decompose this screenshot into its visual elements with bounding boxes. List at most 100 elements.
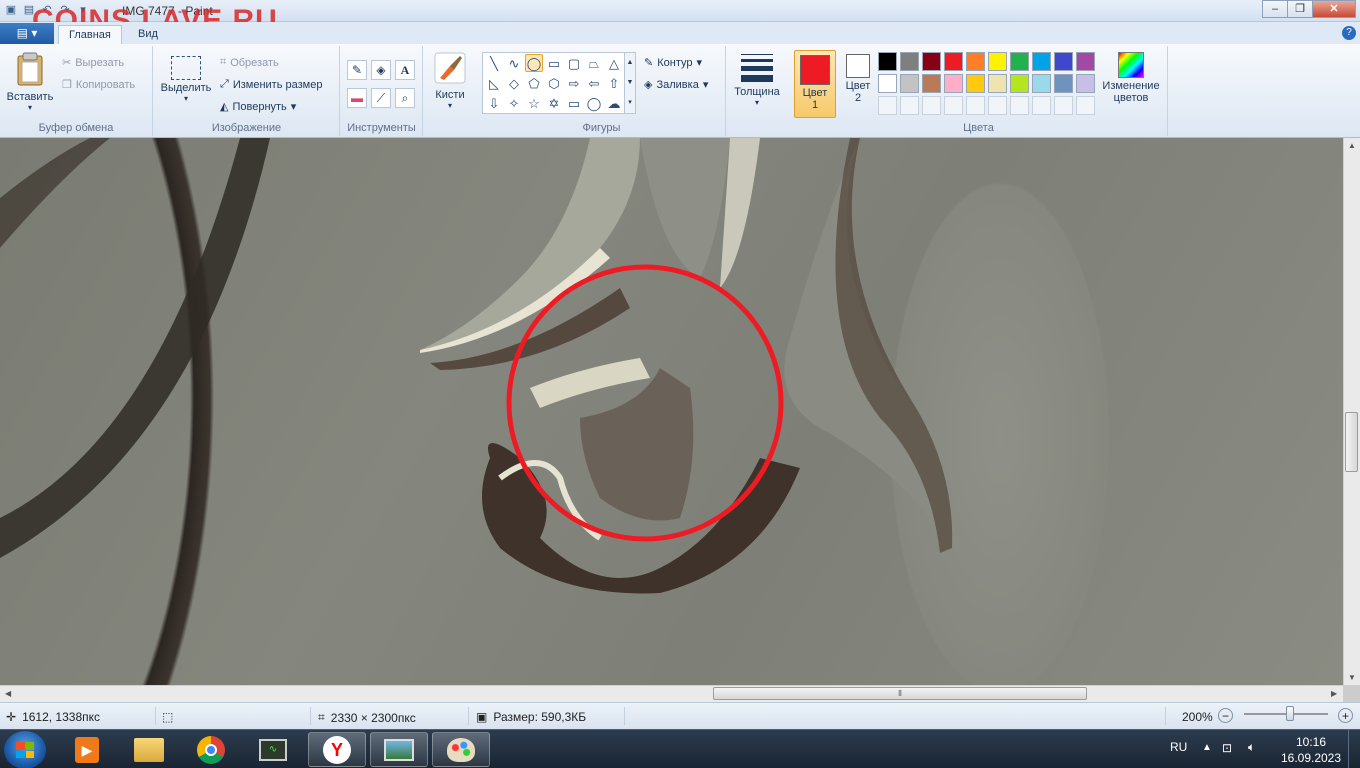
custom-color-slot[interactable] bbox=[1054, 96, 1073, 115]
palette-swatch[interactable] bbox=[1054, 74, 1073, 93]
select-button[interactable]: Выделить ▾ bbox=[160, 56, 212, 103]
zoom-in-button[interactable]: + bbox=[1338, 708, 1353, 723]
palette-swatch[interactable] bbox=[944, 74, 963, 93]
fill-button[interactable]: ◈ Заливка ▾ bbox=[644, 78, 708, 92]
custom-color-slot[interactable] bbox=[878, 96, 897, 115]
shapes-scroll[interactable]: ▲ ▼ ▾ bbox=[624, 52, 636, 114]
scroll-up-arrow-icon[interactable]: ▲ bbox=[1348, 141, 1356, 150]
diamond-shape-icon[interactable]: ◇ bbox=[505, 75, 523, 93]
palette-swatch[interactable] bbox=[900, 52, 919, 71]
eraser-icon[interactable]: ▬ bbox=[347, 88, 367, 108]
outline-button[interactable]: ✎ Контур ▾ bbox=[644, 56, 702, 70]
scroll-left-arrow-icon[interactable]: ◀ bbox=[5, 689, 11, 698]
custom-color-slot[interactable] bbox=[1032, 96, 1051, 115]
file-menu-button[interactable]: ▤ ▾ bbox=[0, 23, 54, 44]
palette-swatch[interactable] bbox=[1076, 74, 1095, 93]
taskbar-media-player[interactable]: ▶ bbox=[58, 732, 116, 767]
palette-swatch[interactable] bbox=[922, 74, 941, 93]
drawing-canvas[interactable] bbox=[0, 138, 1343, 685]
four-point-star-shape-icon[interactable]: ✧ bbox=[505, 95, 523, 113]
triangle-shape-icon[interactable]: △ bbox=[605, 55, 623, 73]
custom-color-slot[interactable] bbox=[900, 96, 919, 115]
network-icon[interactable]: ⊡ bbox=[1222, 741, 1232, 755]
five-point-star-shape-icon[interactable]: ☆ bbox=[525, 95, 543, 113]
palette-swatch[interactable] bbox=[1054, 52, 1073, 71]
taskbar-paint[interactable] bbox=[432, 732, 490, 767]
palette-swatch[interactable] bbox=[1010, 52, 1029, 71]
line-shape-icon[interactable]: ╲ bbox=[485, 55, 503, 73]
left-arrow-shape-icon[interactable]: ⇦ bbox=[585, 75, 603, 93]
palette-swatch[interactable] bbox=[966, 52, 985, 71]
taskbar-explorer[interactable] bbox=[120, 732, 178, 767]
six-point-star-shape-icon[interactable]: ✡ bbox=[545, 95, 563, 113]
custom-color-slot[interactable] bbox=[988, 96, 1007, 115]
horizontal-scroll-thumb[interactable]: ⦀ bbox=[713, 687, 1087, 700]
palette-swatch[interactable] bbox=[922, 52, 941, 71]
hexagon-shape-icon[interactable]: ⬡ bbox=[545, 75, 563, 93]
curve-shape-icon[interactable]: ∿ bbox=[505, 55, 523, 73]
rectangle-shape-icon[interactable]: ▭ bbox=[545, 55, 563, 73]
custom-color-slot[interactable] bbox=[944, 96, 963, 115]
palette-swatch[interactable] bbox=[900, 74, 919, 93]
taskbar-chrome[interactable] bbox=[182, 732, 240, 767]
palette-swatch[interactable] bbox=[1032, 74, 1051, 93]
down-arrow-shape-icon[interactable]: ⇩ bbox=[485, 95, 503, 113]
palette-swatch[interactable] bbox=[966, 74, 985, 93]
zoom-slider-thumb[interactable] bbox=[1286, 706, 1295, 721]
taskbar-task-manager[interactable]: ∿ bbox=[244, 732, 302, 767]
resize-button[interactable]: ⤢ Изменить размер bbox=[220, 78, 322, 91]
oval-callout-shape-icon[interactable]: ◯ bbox=[585, 95, 603, 113]
right-triangle-shape-icon[interactable]: ◺ bbox=[485, 75, 503, 93]
horizontal-scrollbar[interactable] bbox=[0, 685, 1343, 702]
rect-callout-shape-icon[interactable]: ▭ bbox=[565, 95, 583, 113]
show-desktop-button[interactable] bbox=[1348, 730, 1360, 768]
color1-button[interactable]: Цвет 1 bbox=[794, 50, 836, 118]
polygon-shape-icon[interactable]: ⏢ bbox=[585, 55, 603, 73]
minimize-button[interactable]: – bbox=[1262, 0, 1288, 18]
pencil-icon[interactable]: ✎ bbox=[347, 60, 367, 80]
show-hidden-icons-icon[interactable]: ▲ bbox=[1202, 742, 1212, 753]
start-button[interactable] bbox=[4, 731, 46, 768]
custom-color-slot[interactable] bbox=[1076, 96, 1095, 115]
crop-button[interactable]: ⌗ Обрезать bbox=[220, 56, 279, 69]
language-indicator[interactable]: RU bbox=[1170, 740, 1187, 754]
close-button[interactable]: ✕ bbox=[1312, 0, 1356, 18]
palette-swatch[interactable] bbox=[988, 52, 1007, 71]
palette-swatch[interactable] bbox=[944, 52, 963, 71]
palette-swatch[interactable] bbox=[878, 74, 897, 93]
oval-shape-icon[interactable]: ◯ bbox=[525, 54, 543, 72]
scroll-down-arrow-icon[interactable]: ▼ bbox=[1348, 673, 1356, 682]
copy-button[interactable]: ❐ Копировать bbox=[62, 78, 135, 92]
magnifier-icon[interactable]: ⌕ bbox=[395, 88, 415, 108]
palette-swatch[interactable] bbox=[988, 74, 1007, 93]
cut-button[interactable]: ✂ Вырезать bbox=[62, 56, 124, 70]
edit-colors-button[interactable]: Изменение цветов bbox=[1098, 52, 1164, 104]
scroll-right-arrow-icon[interactable]: ▶ bbox=[1331, 689, 1337, 698]
rotate-button[interactable]: ◭ Повернуть ▾ bbox=[220, 100, 296, 114]
volume-icon[interactable]: 🔈︎ bbox=[1248, 740, 1255, 755]
pentagon-shape-icon[interactable]: ⬠ bbox=[525, 75, 543, 93]
maximize-button[interactable]: ❐ bbox=[1287, 0, 1313, 18]
color2-button[interactable]: Цвет 2 bbox=[840, 54, 876, 104]
custom-color-slot[interactable] bbox=[1010, 96, 1029, 115]
paste-button[interactable]: Вставить ▾ bbox=[6, 52, 54, 112]
rounded-rectangle-shape-icon[interactable]: ▢ bbox=[565, 55, 583, 73]
up-arrow-shape-icon[interactable]: ⇧ bbox=[605, 75, 623, 93]
size-button[interactable]: Толщина ▾ bbox=[731, 52, 783, 107]
taskbar-photo-viewer[interactable] bbox=[370, 732, 428, 767]
cloud-callout-shape-icon[interactable]: ☁ bbox=[605, 95, 623, 113]
right-arrow-shape-icon[interactable]: ⇨ bbox=[565, 75, 583, 93]
zoom-out-button[interactable]: − bbox=[1218, 708, 1233, 723]
palette-swatch[interactable] bbox=[1076, 52, 1095, 71]
brushes-button[interactable]: Кисти ▾ bbox=[428, 52, 472, 110]
color-picker-icon[interactable]: ⟋ bbox=[371, 88, 391, 108]
palette-swatch[interactable] bbox=[1032, 52, 1051, 71]
custom-color-slot[interactable] bbox=[966, 96, 985, 115]
tab-home[interactable]: Главная bbox=[58, 25, 122, 44]
taskbar-yandex[interactable]: Y bbox=[308, 732, 366, 767]
text-tool-icon[interactable]: A bbox=[395, 60, 415, 80]
paint-app-icon[interactable]: ▣ bbox=[4, 3, 18, 17]
palette-swatch[interactable] bbox=[878, 52, 897, 71]
palette-swatch[interactable] bbox=[1010, 74, 1029, 93]
clock[interactable]: 10:16 16.09.2023 bbox=[1278, 734, 1344, 766]
